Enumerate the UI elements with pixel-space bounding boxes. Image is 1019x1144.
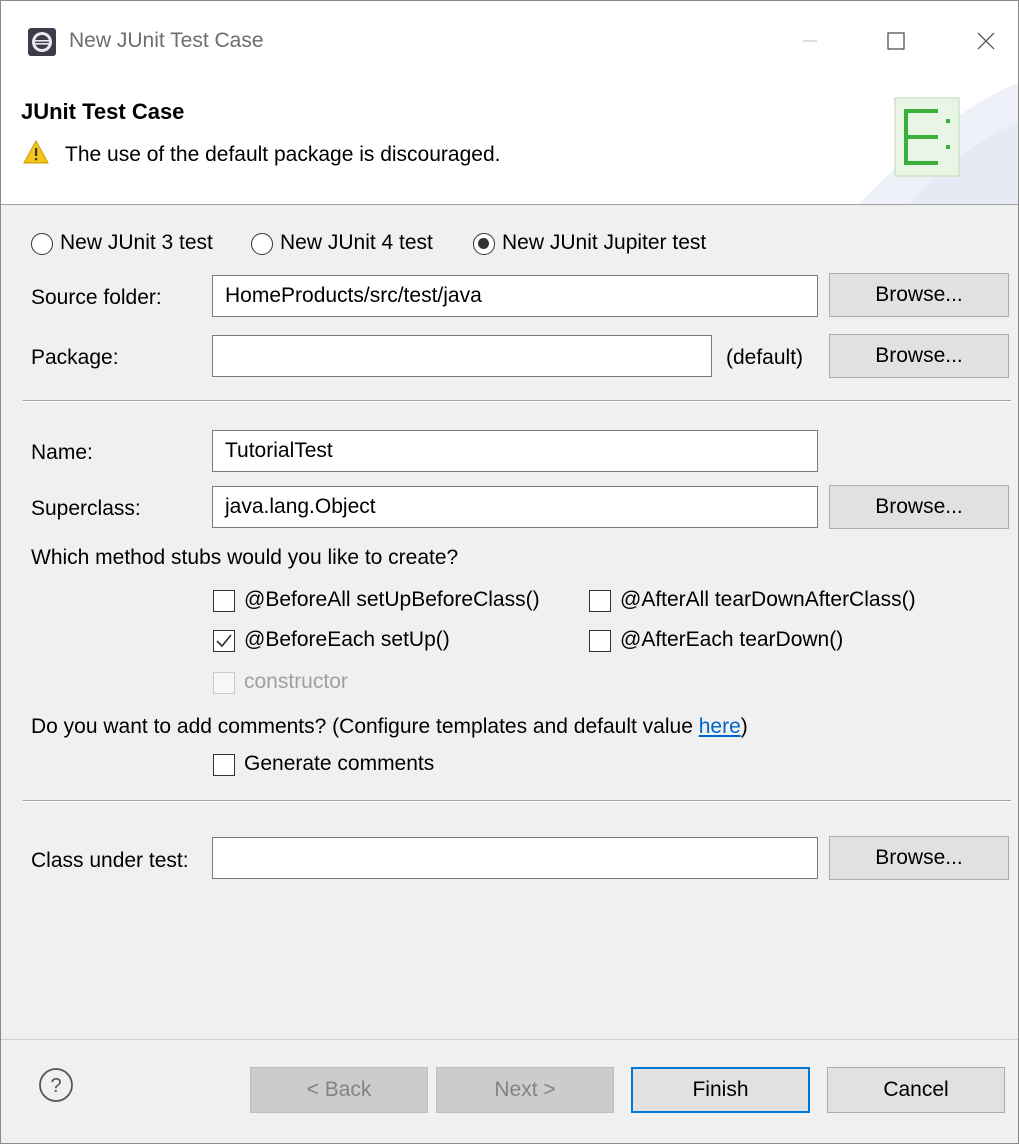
source-folder-field[interactable]: HomeProducts/src/test/java — [212, 275, 818, 317]
close-button[interactable] — [963, 21, 1009, 61]
after-each-checkbox[interactable] — [589, 630, 611, 652]
new-junit-test-case-dialog: New JUnit Test Case JUnit Test Case The … — [0, 0, 1019, 1144]
title-bar: New JUnit Test Case — [1, 1, 1018, 83]
separator — [23, 400, 1011, 402]
wizard-header: JUnit Test Case The use of the default p… — [1, 83, 1018, 205]
class-under-test-field[interactable] — [212, 837, 818, 879]
wizard-message: The use of the default package is discou… — [65, 143, 501, 166]
wizard-title: JUnit Test Case — [21, 99, 185, 124]
comments-question: Do you want to add comments? (Configure … — [31, 715, 748, 739]
warning-icon — [23, 140, 49, 164]
button-bar: ? < Back Next > Finish Cancel — [1, 1039, 1018, 1143]
maximize-icon — [887, 32, 905, 50]
cancel-button[interactable]: Cancel — [827, 1067, 1005, 1113]
generate-comments-label: Generate comments — [244, 752, 435, 775]
checkmark-icon — [216, 634, 232, 648]
package-browse-button[interactable]: Browse... — [829, 334, 1009, 378]
constructor-label: constructor — [244, 670, 348, 693]
junit3-label: New JUnit 3 test — [60, 231, 213, 254]
comments-question-text: Do you want to add comments? (Configure … — [31, 715, 699, 738]
templates-link[interactable]: here — [699, 715, 741, 738]
superclass-browse-button[interactable]: Browse... — [829, 485, 1009, 529]
constructor-checkbox — [213, 672, 235, 694]
superclass-label: Superclass: — [31, 497, 141, 520]
separator — [23, 800, 1011, 802]
eclipse-app-icon — [28, 28, 56, 56]
finish-button[interactable]: Finish — [631, 1067, 810, 1113]
back-button[interactable]: < Back — [250, 1067, 428, 1113]
junit4-radio[interactable] — [251, 233, 273, 255]
help-icon[interactable]: ? — [37, 1066, 75, 1104]
method-stubs-question: Which method stubs would you like to cre… — [31, 546, 459, 569]
junit-wizard-icon — [894, 97, 960, 177]
after-each-label: @AfterEach tearDown() — [620, 628, 844, 651]
close-icon — [977, 32, 995, 50]
before-all-label: @BeforeAll setUpBeforeClass() — [244, 588, 540, 611]
package-field[interactable] — [212, 335, 712, 377]
after-all-label: @AfterAll tearDownAfterClass() — [620, 588, 916, 611]
minimize-button[interactable] — [787, 21, 833, 61]
name-label: Name: — [31, 441, 93, 464]
name-field[interactable]: TutorialTest — [212, 430, 818, 472]
next-button[interactable]: Next > — [436, 1067, 614, 1113]
junit3-radio[interactable] — [31, 233, 53, 255]
source-folder-browse-button[interactable]: Browse... — [829, 273, 1009, 317]
superclass-field[interactable]: java.lang.Object — [212, 486, 818, 528]
comments-question-suffix: ) — [740, 715, 748, 738]
package-default-label: (default) — [726, 346, 804, 369]
junit-jupiter-label: New JUnit Jupiter test — [502, 231, 707, 254]
minimize-icon — [803, 40, 817, 42]
before-each-checkbox[interactable] — [213, 630, 235, 652]
window-title: New JUnit Test Case — [69, 29, 264, 52]
before-each-label: @BeforeEach setUp() — [244, 628, 450, 651]
generate-comments-checkbox[interactable] — [213, 754, 235, 776]
before-all-checkbox[interactable] — [213, 590, 235, 612]
svg-text:?: ? — [50, 1075, 61, 1097]
junit-jupiter-radio[interactable] — [473, 233, 495, 255]
source-folder-label: Source folder: — [31, 286, 162, 309]
package-label: Package: — [31, 346, 119, 369]
junit4-label: New JUnit 4 test — [280, 231, 433, 254]
class-under-test-label: Class under test: — [31, 849, 189, 872]
class-under-test-browse-button[interactable]: Browse... — [829, 836, 1009, 880]
maximize-button[interactable] — [873, 21, 919, 61]
after-all-checkbox[interactable] — [589, 590, 611, 612]
